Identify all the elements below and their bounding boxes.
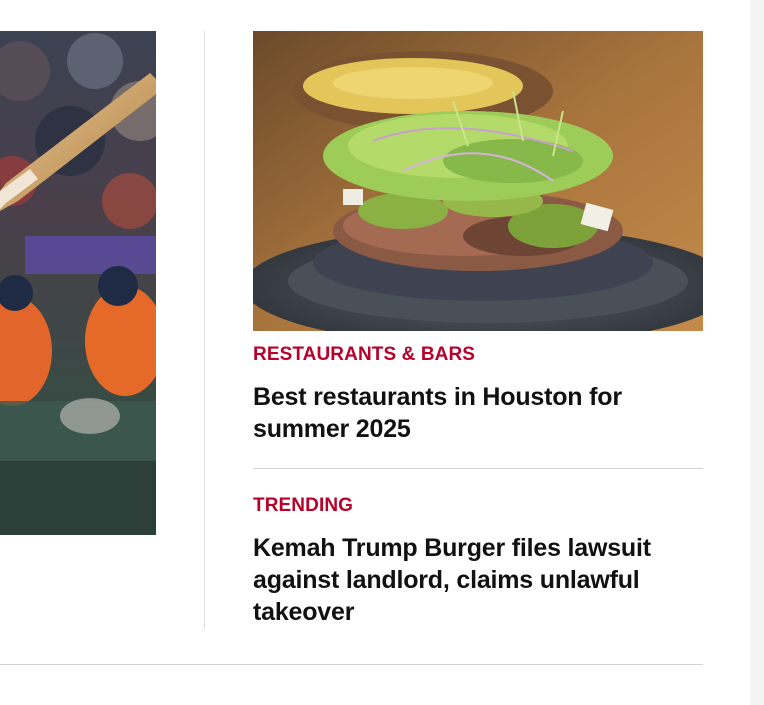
section-bottom-divider	[0, 664, 703, 665]
tostada-photo-art	[253, 31, 703, 331]
page-scroll-gutter	[750, 0, 764, 705]
story-headline-best-restaurants[interactable]: Best restaurants in Houston for summer 2…	[253, 381, 703, 445]
baseball-photo-art	[0, 31, 156, 535]
story-headline-kemah-trump-burger[interactable]: Kemah Trump Burger files lawsuit against…	[253, 532, 703, 628]
story-kicker-restaurants-bars[interactable]: RESTAURANTS & BARS	[253, 344, 475, 366]
column-divider	[204, 31, 205, 629]
story-divider	[253, 468, 703, 469]
baseball-photo[interactable]	[0, 31, 156, 535]
story-kicker-trending[interactable]: TRENDING	[253, 495, 353, 517]
tostada-photo[interactable]	[253, 31, 703, 331]
